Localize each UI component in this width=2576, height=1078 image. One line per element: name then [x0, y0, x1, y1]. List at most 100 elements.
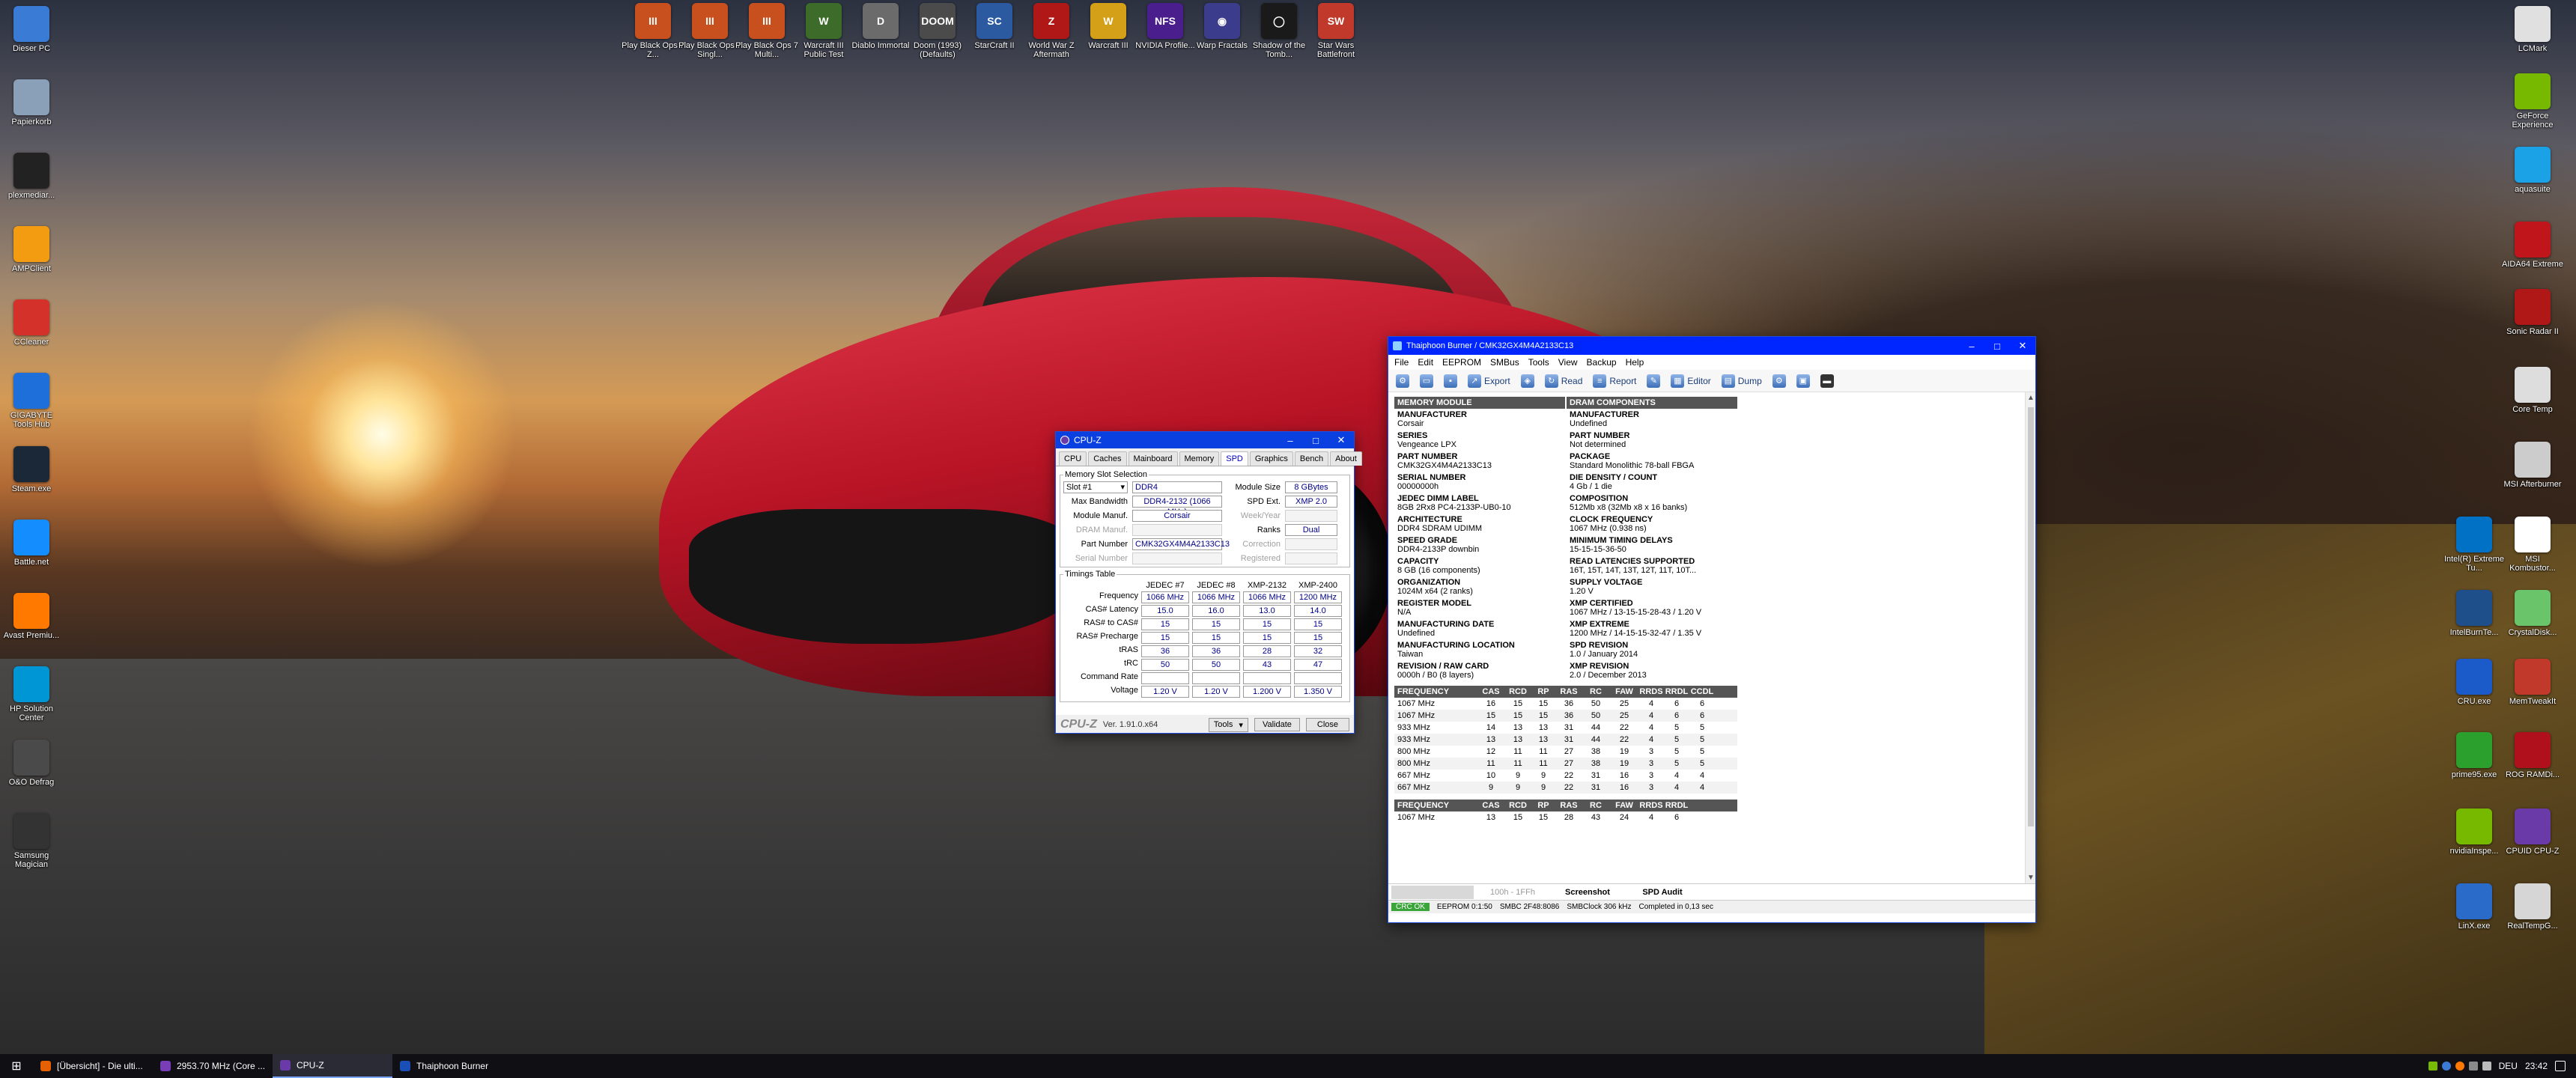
menu-tools[interactable]: Tools: [1528, 357, 1549, 368]
desktop-icon[interactable]: D Diablo Immortal: [849, 3, 912, 50]
cpuz-titlebar[interactable]: CPU-Z – □ ✕: [1056, 432, 1354, 448]
menu-file[interactable]: File: [1394, 357, 1409, 368]
tab-cpu[interactable]: CPU: [1059, 451, 1087, 466]
close-window-button[interactable]: ✕: [2010, 338, 2035, 354]
thaiphoon-titlebar[interactable]: Thaiphoon Burner / CMK32GX4M4A2133C13 – …: [1388, 337, 2035, 355]
desktop-icon[interactable]: Samsung Magician: [0, 813, 63, 869]
scroll-thumb[interactable]: [2028, 407, 2034, 826]
desktop-icon[interactable]: AIDA64 Extreme: [2501, 222, 2564, 269]
desktop-icon[interactable]: SC StarCraft II: [963, 3, 1026, 50]
desktop-icon[interactable]: O&O Defrag: [0, 740, 63, 787]
desktop-icon[interactable]: plexmediar...: [0, 153, 63, 200]
minimize-button[interactable]: –: [1959, 338, 1984, 354]
desktop-icon[interactable]: aquasuite: [2501, 147, 2564, 194]
monitor-button[interactable]: ▬: [1817, 373, 1837, 389]
maximize-button[interactable]: □: [1303, 432, 1328, 448]
save-button[interactable]: ▪: [1441, 373, 1460, 389]
desktop-icon[interactable]: LinX.exe: [2443, 883, 2506, 931]
read-button[interactable]: ↻ Read: [1542, 373, 1586, 389]
start-button[interactable]: ⊞: [0, 1054, 33, 1078]
export-button[interactable]: ↗ Export: [1465, 373, 1513, 389]
menu-smbus[interactable]: SMBus: [1490, 357, 1519, 368]
desktop-icon[interactable]: DOOM Doom (1993) (Defaults): [906, 3, 969, 59]
tools-button[interactable]: Tools ▾: [1208, 717, 1248, 732]
desktop-icon[interactable]: Dieser PC: [0, 6, 63, 53]
tool-button[interactable]: ✎: [1644, 373, 1663, 389]
cpuz-window[interactable]: CPU-Z – □ ✕ CPU Caches Mainboard Memory SPD G…: [1056, 432, 1362, 733]
menu-edit[interactable]: Edit: [1418, 357, 1433, 368]
desktop-icon[interactable]: Avast Premiu...: [0, 593, 63, 640]
desktop-icon[interactable]: Sonic Radar II: [2501, 289, 2564, 336]
tab-hex-range[interactable]: 100h - 1FFh: [1475, 888, 1550, 897]
desktop-icon[interactable]: SW Star Wars Battlefront: [1304, 3, 1367, 59]
desktop-icon[interactable]: III Play Black Ops 7 Multi...: [735, 3, 798, 59]
desktop-icon[interactable]: ROG RAMDi...: [2501, 732, 2564, 779]
desktop-icon[interactable]: MSI Kombustor...: [2501, 517, 2564, 573]
language-indicator[interactable]: DEU: [2499, 1061, 2518, 1071]
desktop-icon[interactable]: IntelBurnTe...: [2443, 590, 2506, 637]
desktop-icon[interactable]: III Play Black Ops 7 Singl...: [678, 3, 741, 59]
thaiphoon-window[interactable]: Thaiphoon Burner / CMK32GX4M4A2133C13 – …: [1388, 337, 2035, 922]
tab-hex-range-low[interactable]: [1391, 885, 1474, 899]
tab-spd[interactable]: SPD: [1221, 451, 1248, 466]
tab-graphics[interactable]: Graphics: [1249, 451, 1293, 466]
close-window-button[interactable]: ✕: [1328, 432, 1354, 448]
window-button[interactable]: ▣: [1793, 373, 1813, 389]
desktop-icon[interactable]: LCMark: [2501, 6, 2564, 53]
desktop-icon[interactable]: Battle.net: [0, 520, 63, 567]
dump-button[interactable]: ▤ Dump: [1719, 373, 1765, 389]
tab-mainboard[interactable]: Mainboard: [1128, 451, 1178, 466]
scroll-down-icon[interactable]: ▼: [2027, 874, 2035, 882]
desktop-icon[interactable]: W Warcraft III Public Test: [792, 3, 855, 59]
editor-button[interactable]: ▦ Editor: [1668, 373, 1713, 389]
nvidia-tray-icon[interactable]: [2428, 1062, 2437, 1071]
desktop-icon[interactable]: RealTempG...: [2501, 883, 2564, 931]
desktop-icon[interactable]: AMPClient: [0, 226, 63, 273]
desktop-icon[interactable]: MemTweakIt: [2501, 659, 2564, 706]
desktop-icon[interactable]: NFS NVIDIA Profile...: [1134, 3, 1197, 50]
desktop-icon[interactable]: MSI Afterburner: [2501, 442, 2564, 489]
slot-select[interactable]: Slot #1 ▾: [1063, 481, 1128, 493]
network-tray-icon[interactable]: [2468, 1062, 2478, 1071]
desktop-icon[interactable]: prime95.exe: [2443, 732, 2506, 779]
desktop-icon[interactable]: CPUID CPU-Z: [2501, 808, 2564, 856]
open-button[interactable]: ▭: [1417, 373, 1436, 389]
settings-button[interactable]: ⚙: [1770, 373, 1789, 389]
report-button[interactable]: ≡ Report: [1590, 373, 1639, 389]
desktop-icon[interactable]: HP Solution Center: [0, 666, 63, 722]
taskbar-item[interactable]: CPU-Z: [273, 1054, 392, 1078]
tab-screenshot[interactable]: Screenshot: [1550, 888, 1625, 897]
menu-eeprom[interactable]: EEPROM: [1442, 357, 1481, 368]
tab-memory[interactable]: Memory: [1179, 451, 1220, 466]
wrench-button[interactable]: ⚙: [1393, 373, 1412, 389]
desktop-icon[interactable]: CRU.exe: [2443, 659, 2506, 706]
report-scrollbar[interactable]: ▲ ▼: [2025, 392, 2035, 883]
tab-bench[interactable]: Bench: [1294, 451, 1329, 466]
scroll-up-icon[interactable]: ▲: [2027, 394, 2035, 402]
desktop-icon[interactable]: nvidiaInspe...: [2443, 808, 2506, 856]
desktop-icon[interactable]: W Warcraft III: [1077, 3, 1140, 50]
validate-button[interactable]: Validate: [1254, 718, 1300, 731]
menu-view[interactable]: View: [1558, 357, 1578, 368]
taskbar-item[interactable]: 2953.70 MHz (Core ...: [153, 1054, 273, 1078]
desktop-icon[interactable]: ◯ Shadow of the Tomb...: [1248, 3, 1310, 59]
chip-button[interactable]: ◈: [1518, 373, 1537, 389]
clock[interactable]: 23:42: [2525, 1061, 2548, 1071]
desktop-icon[interactable]: III Play Black Ops 7 Z...: [622, 3, 684, 59]
desktop-icon[interactable]: GeForce Experience: [2501, 73, 2564, 130]
maximize-button[interactable]: □: [1984, 338, 2010, 354]
tab-about[interactable]: About: [1330, 451, 1362, 466]
notification-icon[interactable]: [2555, 1061, 2566, 1071]
minimize-button[interactable]: –: [1278, 432, 1303, 448]
menu-backup[interactable]: Backup: [1587, 357, 1617, 368]
desktop-icon[interactable]: Core Temp: [2501, 367, 2564, 414]
volume-tray-icon[interactable]: [2482, 1062, 2491, 1071]
taskbar-item[interactable]: [Übersicht] - Die ulti...: [33, 1054, 153, 1078]
desktop-icon[interactable]: Papierkorb: [0, 79, 63, 127]
taskbar-item[interactable]: Thaiphoon Burner: [392, 1054, 512, 1078]
desktop-icon[interactable]: Steam.exe: [0, 446, 63, 493]
tab-caches[interactable]: Caches: [1088, 451, 1127, 466]
tab-spd-audit[interactable]: SPD Audit: [1625, 888, 1700, 897]
steam-tray-icon[interactable]: [2441, 1062, 2451, 1071]
close-button[interactable]: Close: [1305, 718, 1349, 731]
